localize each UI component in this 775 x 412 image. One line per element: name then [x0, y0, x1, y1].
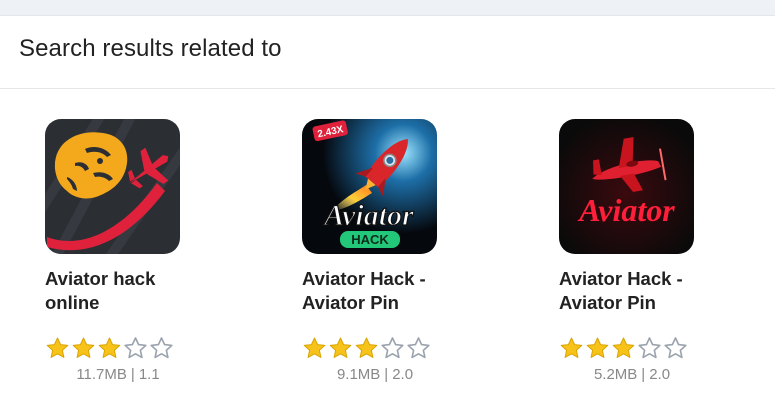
aviator-word: Aviator	[577, 192, 675, 228]
meta-separator: |	[384, 366, 389, 383]
red-plane-aviator-logo-icon[interactable]: Aviator	[559, 119, 694, 254]
app-version: 2.0	[649, 366, 671, 383]
app-meta: 11.7MB | 1.1	[63, 366, 173, 383]
app-name[interactable]: Aviator Hack - Aviator Pin	[302, 267, 452, 315]
section-header: Search results related to	[0, 16, 775, 89]
app-version: 1.1	[138, 366, 160, 383]
app-name[interactable]: Aviator Hack - Aviator Pin	[559, 267, 709, 315]
rating-stars	[302, 336, 431, 362]
rating-stars	[559, 336, 688, 362]
star-empty-icon	[638, 337, 661, 359]
top-strip	[0, 0, 775, 16]
app-size: 9.1MB	[336, 366, 381, 383]
star-filled-icon	[46, 337, 69, 358]
section-title: Search results related to	[19, 35, 282, 62]
meta-separator: |	[641, 366, 646, 383]
star-empty-icon	[150, 337, 173, 359]
app-card[interactable]: Aviator Aviator Hack - Aviator Pin 5.2MB…	[559, 119, 759, 399]
star-filled-icon	[72, 337, 95, 358]
star-empty-icon	[664, 337, 687, 359]
star-filled-icon	[98, 337, 121, 358]
star-filled-icon	[303, 337, 326, 358]
hack-tag-text: HACK	[351, 232, 389, 247]
aviator-word: Aviator	[322, 199, 414, 232]
app-size: 11.7MB	[76, 366, 127, 383]
star-filled-icon	[586, 337, 609, 358]
star-empty-icon	[381, 337, 404, 359]
lion-plane-logo-icon[interactable]	[45, 119, 180, 254]
app-size: 5.2MB	[593, 366, 638, 383]
star-filled-icon	[612, 337, 635, 358]
star-filled-icon	[560, 337, 583, 358]
app-meta: 5.2MB | 2.0	[577, 366, 687, 383]
app-name[interactable]: Aviator hack online	[45, 267, 195, 315]
meta-separator: |	[130, 366, 135, 383]
app-meta: 9.1MB | 2.0	[320, 366, 430, 383]
rating-stars	[45, 336, 174, 362]
star-filled-icon	[329, 337, 352, 358]
rocket-aviator-hack-logo-icon[interactable]: 2.43X Aviator HACK	[302, 119, 437, 254]
app-card[interactable]: Aviator hack online 11.7MB | 1.1	[45, 119, 245, 399]
app-version: 2.0	[392, 366, 414, 383]
star-empty-icon	[407, 337, 430, 359]
app-card[interactable]: 2.43X Aviator HACK Aviator Hack - Aviato…	[302, 119, 502, 399]
star-filled-icon	[355, 337, 378, 358]
star-empty-icon	[124, 337, 147, 359]
